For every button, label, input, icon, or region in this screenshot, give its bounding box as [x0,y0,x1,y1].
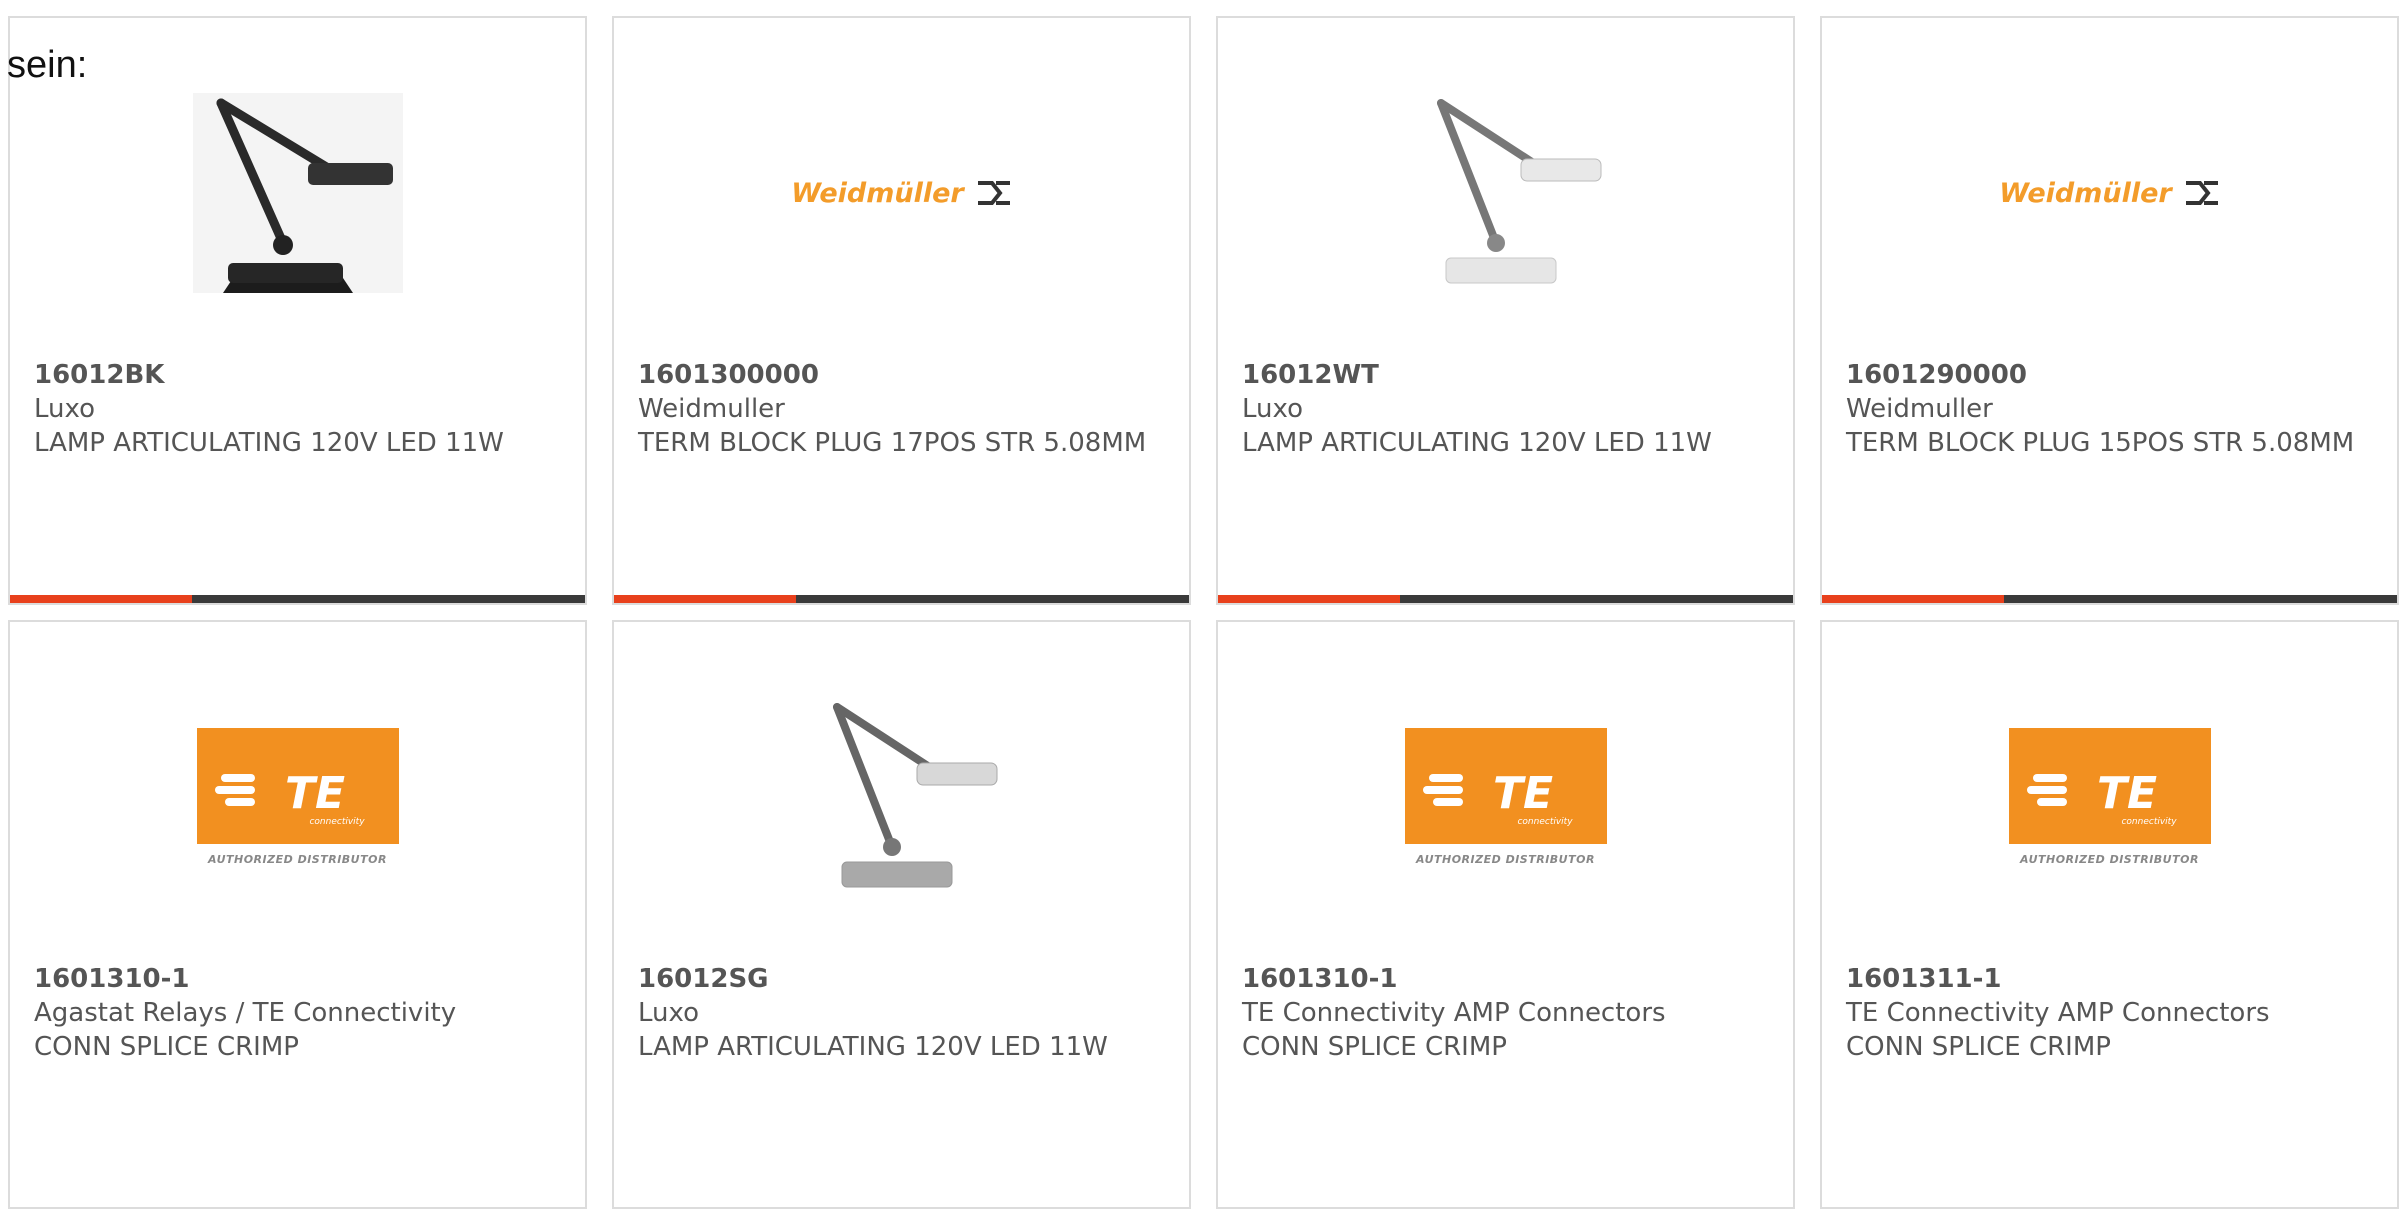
product-card[interactable]: 16012SG Luxo LAMP ARTICULATING 120V LED … [612,620,1191,1209]
te-logo-box: TE connectivity [2008,728,2211,844]
te-logo: TE connectivity AUTHORIZED DISTRIBUTOR [2008,728,2211,866]
product-description: TERM BLOCK PLUG 15POS STR 5.08MM [1846,428,2355,458]
brand-name: TE Connectivity AMP Connectors [1242,998,1666,1028]
te-logo-caption: AUTHORIZED DISTRIBUTOR [208,853,387,866]
product-image[interactable] [614,677,1189,917]
te-logo-text: TE [2096,768,2156,819]
brand-name: Luxo [34,394,96,424]
product-card[interactable]: Weidmüller 1601290000 Weidmuller TERM BL… [1820,16,2399,605]
part-number[interactable]: 1601310-1 [34,962,561,996]
weidmuller-logo-text: Weidmüller [1999,177,2172,209]
weidmuller-logo-text: Weidmüller [791,177,964,209]
product-card[interactable]: 16012WT Luxo LAMP ARTICULATING 120V LED … [1216,16,1795,605]
product-image[interactable] [1218,73,1793,313]
card-accent-bar [614,595,796,603]
weidmuller-symbol-icon [2185,181,2218,205]
part-number[interactable]: 1601300000 [638,358,1165,392]
product-description: CONN SPLICE CRIMP [1846,1032,2111,1062]
product-image[interactable]: TE connectivity AUTHORIZED DISTRIBUTOR [10,677,585,917]
brand-name: Weidmuller [638,394,785,424]
product-grid: 16012BK Luxo LAMP ARTICULATING 120V LED … [8,16,2399,1209]
weidmuller-symbol-icon [977,181,1010,205]
part-number[interactable]: 16012SG [638,962,1165,996]
te-logo-caption: AUTHORIZED DISTRIBUTOR [2020,853,2199,866]
te-logo: TE connectivity AUTHORIZED DISTRIBUTOR [196,728,399,866]
card-bottom-bar [10,595,585,603]
product-description: LAMP ARTICULATING 120V LED 11W [638,1032,1108,1062]
card-accent-bar [1218,595,1400,603]
card-accent-bar [10,595,192,603]
te-mark-icon: TE connectivity [214,768,365,827]
te-logo: TE connectivity AUTHORIZED DISTRIBUTOR [1404,728,1607,866]
weidmuller-logo: Weidmüller [791,178,1011,209]
product-card[interactable]: 16012BK Luxo LAMP ARTICULATING 120V LED … [8,16,587,605]
te-logo-caption: AUTHORIZED DISTRIBUTOR [1416,853,1595,866]
product-card[interactable]: TE connectivity AUTHORIZED DISTRIBUTOR 1… [1820,620,2399,1209]
card-accent-bar [1822,595,2004,603]
part-number[interactable]: 16012WT [1242,358,1769,392]
brand-name: Luxo [638,998,700,1028]
brand-name: TE Connectivity AMP Connectors [1846,998,2270,1028]
product-image[interactable]: Weidmüller [614,73,1189,313]
product-image[interactable]: TE connectivity AUTHORIZED DISTRIBUTOR [1822,677,2397,917]
product-card[interactable]: TE connectivity AUTHORIZED DISTRIBUTOR 1… [1216,620,1795,1209]
part-number[interactable]: 1601290000 [1846,358,2373,392]
te-logo-sub: connectivity [309,817,365,827]
te-mark-icon: TE connectivity [1422,768,1573,827]
part-number[interactable]: 1601311-1 [1846,962,2373,996]
product-description: LAMP ARTICULATING 120V LED 11W [1242,428,1712,458]
part-number[interactable]: 16012BK [34,358,561,392]
part-number[interactable]: 1601310-1 [1242,962,1769,996]
product-description: CONN SPLICE CRIMP [34,1032,299,1062]
brand-name: Weidmuller [1846,394,1993,424]
te-logo-sub: connectivity [2121,817,2177,827]
product-card[interactable]: TE connectivity AUTHORIZED DISTRIBUTOR 1… [8,620,587,1209]
card-bottom-bar [1822,595,2397,603]
weidmuller-logo: Weidmüller [1999,178,2219,209]
te-logo-sub: connectivity [1517,817,1573,827]
product-description: LAMP ARTICULATING 120V LED 11W [34,428,504,458]
te-mark-icon: TE connectivity [2026,768,2177,827]
product-image[interactable]: TE connectivity AUTHORIZED DISTRIBUTOR [1218,677,1793,917]
brand-name: Luxo [1242,394,1304,424]
intro-text: sein: [7,44,88,86]
card-bottom-bar [614,595,1189,603]
te-logo-text: TE [284,768,344,819]
brand-name: Agastat Relays / TE Connectivity [34,998,457,1028]
lamp-black-icon [192,93,403,293]
te-logo-box: TE connectivity [1404,728,1607,844]
lamp-white-icon [1436,99,1601,284]
product-image[interactable] [10,73,585,313]
te-logo-box: TE connectivity [196,728,399,844]
card-bottom-bar [1218,595,1793,603]
product-card[interactable]: Weidmüller 1601300000 Weidmuller TERM BL… [612,16,1191,605]
product-description: CONN SPLICE CRIMP [1242,1032,1507,1062]
te-logo-text: TE [1492,768,1552,819]
product-description: TERM BLOCK PLUG 17POS STR 5.08MM [638,428,1147,458]
product-image[interactable]: Weidmüller [1822,73,2397,313]
lamp-grey-icon [832,703,997,888]
